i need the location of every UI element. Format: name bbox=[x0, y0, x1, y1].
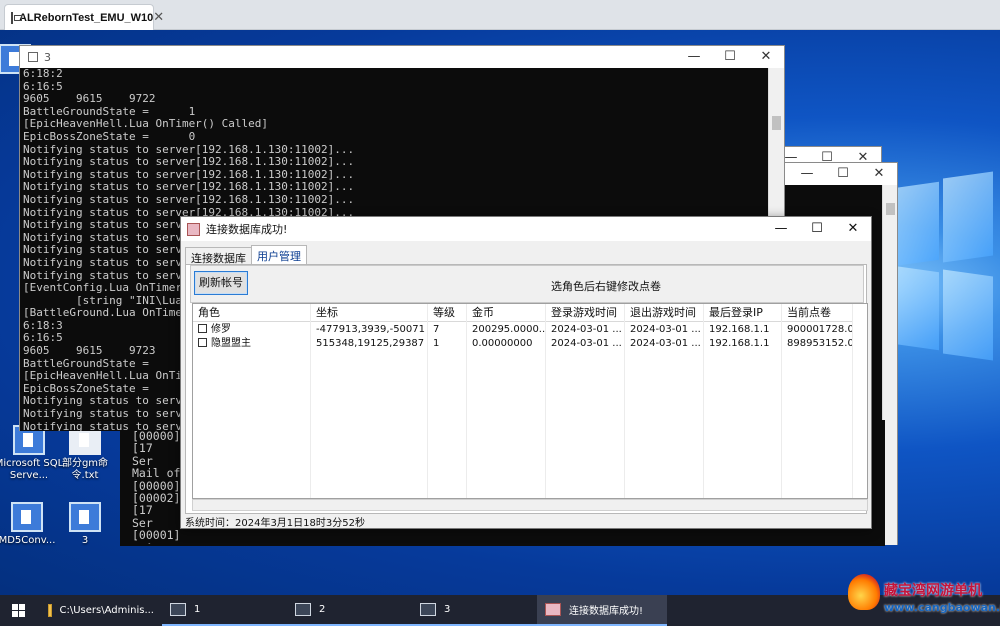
horizontal-scrollbar[interactable] bbox=[192, 499, 868, 511]
start-button[interactable] bbox=[0, 595, 40, 626]
table-cell: 900001728.0... bbox=[787, 324, 852, 335]
taskbar-item-console-2[interactable]: 2 bbox=[287, 595, 412, 626]
console-line: As bbox=[132, 541, 882, 544]
taskbar-item-console-3[interactable]: 3 bbox=[412, 595, 537, 626]
maximize-button[interactable]: ☐ bbox=[799, 217, 835, 241]
console-line: 9605 9615 9722 bbox=[23, 92, 156, 106]
folder-icon bbox=[48, 604, 52, 617]
console-line: [00001] bbox=[132, 528, 181, 543]
table-cell: 192.168.1.1 bbox=[709, 324, 770, 335]
browser-tab[interactable]: ALRebornTest_EMU_W10 ✕ bbox=[4, 4, 164, 30]
tab-user-management[interactable]: 用户管理 bbox=[251, 245, 307, 265]
console-icon bbox=[420, 603, 436, 616]
maximize-button[interactable]: ☐ bbox=[712, 46, 748, 68]
character-grid[interactable]: 角色 坐标 等级 金币 登录游戏时间 退出游戏时间 最后登录IP 当前点卷 修罗 -477913… bbox=[192, 303, 868, 499]
close-button[interactable]: ✕ bbox=[861, 163, 897, 185]
db-tool-dialog: 连接数据库成功! — ☐ ✕ 连接数据库 用户管理 刷新帐号 选角色后右键修改点… bbox=[180, 216, 872, 529]
taskbar-item-db-tool[interactable]: 连接数据库成功! bbox=[537, 595, 667, 626]
table-cell: 7 bbox=[433, 324, 440, 335]
column-header[interactable]: 坐标 bbox=[311, 304, 428, 321]
tab-bar: 连接数据库 用户管理 bbox=[185, 245, 307, 265]
table-cell: 200295.0000... bbox=[472, 324, 546, 335]
minimize-button[interactable]: — bbox=[789, 163, 825, 185]
character-name: 隐盟盟主 bbox=[211, 338, 251, 349]
column-header[interactable]: 最后登录IP bbox=[704, 304, 782, 321]
column-header[interactable]: 等级 bbox=[428, 304, 467, 321]
column-header[interactable]: 当前点卷 bbox=[782, 304, 853, 321]
column-header[interactable]: 退出游戏时间 bbox=[625, 304, 704, 321]
table-cell: 898953152.0... bbox=[787, 338, 852, 349]
browser-tab-strip: ALRebornTest_EMU_W10 ✕ bbox=[0, 0, 1000, 30]
app-icon bbox=[187, 222, 200, 236]
site-watermark: 藏宝湾网游单机 www.cangbaowan.net bbox=[844, 570, 1000, 622]
row-checkbox[interactable] bbox=[198, 324, 207, 333]
user-management-panel: 刷新帐号 选角色后右键修改点卷 角色 坐标 等级 金币 登录游戏时间 退出游戏时间 最后登录… bbox=[185, 264, 868, 514]
maximize-button[interactable]: ☐ bbox=[825, 163, 861, 185]
table-cell: 修罗 bbox=[193, 323, 311, 337]
toolbar-box: 刷新帐号 选角色后右键修改点卷 bbox=[190, 265, 864, 303]
taskbar-item-console-1[interactable]: 1 bbox=[162, 595, 287, 626]
browser-tab-title: ALRebornTest_EMU_W10 bbox=[19, 11, 154, 24]
minimize-button[interactable]: — bbox=[676, 46, 712, 68]
flame-logo-icon bbox=[848, 574, 880, 610]
tab-connect-db[interactable]: 连接数据库 bbox=[185, 247, 252, 265]
table-cell: 隐盟盟主 bbox=[193, 337, 311, 351]
tab-close-icon[interactable]: ✕ bbox=[153, 10, 164, 25]
table-cell: 1 bbox=[433, 338, 440, 349]
windows-logo-wallpaper bbox=[885, 165, 995, 375]
hint-text: 选角色后右键修改点卷 bbox=[551, 280, 661, 293]
console-line: EpicBossZoneState = 0 bbox=[23, 129, 196, 143]
close-button[interactable]: ✕ bbox=[748, 46, 784, 68]
table-row[interactable]: 隐盟盟主 515348,19125,29387 1 0.00000000 2024-03… bbox=[193, 337, 853, 351]
refresh-accounts-button[interactable]: 刷新帐号 bbox=[194, 271, 248, 295]
dialog-title: 连接数据库成功! bbox=[206, 223, 288, 236]
table-cell: 515348,19125,29387 bbox=[316, 338, 425, 349]
console-icon bbox=[295, 603, 311, 616]
console-line: 6:18:2 bbox=[23, 68, 63, 80]
console-line: Notifying status to server[192.168.1.130… bbox=[23, 155, 355, 169]
shortcut-icon bbox=[69, 502, 101, 532]
watermark-url: www.cangbaowan.net bbox=[884, 601, 1000, 614]
watermark-title: 藏宝湾网游单机 bbox=[884, 583, 982, 599]
desktop-icon-gm-commands[interactable]: 部分gm命令.txt bbox=[50, 425, 120, 482]
table-cell: 2024-03-01 ... bbox=[630, 338, 701, 349]
table-cell: 2024-03-01 ... bbox=[551, 324, 622, 335]
desktop-icon-3[interactable]: 3 bbox=[50, 502, 120, 547]
column-header[interactable]: 登录游戏时间 bbox=[546, 304, 625, 321]
column-header[interactable]: 金币 bbox=[467, 304, 546, 321]
console-icon bbox=[170, 603, 186, 616]
console-title: 3 bbox=[44, 50, 51, 64]
window-icon bbox=[11, 11, 22, 24]
column-header[interactable]: 角色 bbox=[193, 304, 311, 321]
table-cell: 0.00000000 bbox=[472, 338, 533, 349]
console-line: Notifying status to server[192.168.1.130… bbox=[23, 192, 355, 206]
row-checkbox[interactable] bbox=[198, 338, 207, 347]
close-button[interactable]: ✕ bbox=[835, 217, 871, 241]
console-icon bbox=[28, 52, 38, 62]
app-icon bbox=[11, 502, 43, 532]
table-cell: -477913,3939,-50071 bbox=[316, 324, 426, 335]
grid-header: 角色 坐标 等级 金币 登录游戏时间 退出游戏时间 最后登录IP 当前点卷 bbox=[193, 304, 853, 322]
table-row[interactable]: 修罗 -477913,3939,-50071 7 200295.0000... 2024… bbox=[193, 323, 853, 337]
character-name: 修罗 bbox=[211, 324, 231, 335]
table-cell: 192.168.1.1 bbox=[709, 338, 770, 349]
taskbar-item-explorer[interactable]: C:\Users\Adminis... bbox=[40, 595, 162, 626]
app-icon bbox=[545, 603, 561, 616]
minimize-button[interactable]: — bbox=[763, 217, 799, 241]
system-time-status: 系统时间：2024年3月1日18时3分52秒 bbox=[185, 518, 365, 529]
table-cell: 2024-03-01 ... bbox=[630, 324, 701, 335]
table-cell: 2024-03-01 ... bbox=[551, 338, 622, 349]
